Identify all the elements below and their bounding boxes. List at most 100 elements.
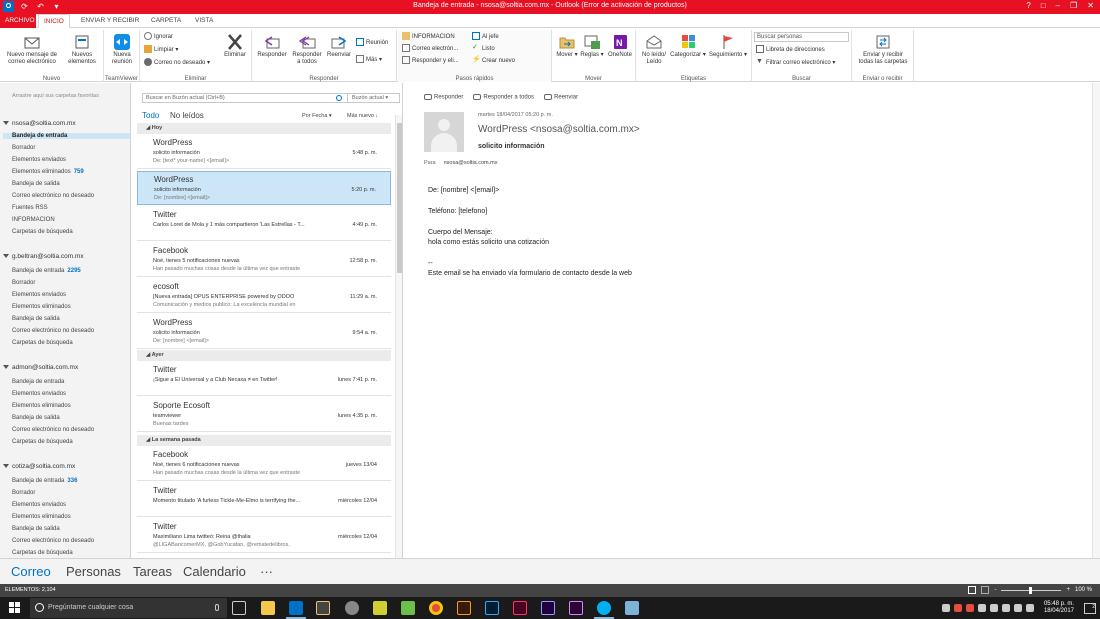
group-header-ayer[interactable]: ◢ Ayer [137, 350, 391, 361]
filter-all[interactable]: Todo [142, 111, 159, 120]
app-icon[interactable] [373, 601, 387, 615]
followup-button[interactable]: Seguimiento ▾ [707, 34, 749, 59]
account-gbeltran[interactable]: g.beltran@soltia.com.mx [3, 253, 84, 260]
app-icon[interactable] [345, 601, 359, 615]
tab-vista[interactable]: VISTA [190, 14, 218, 28]
quickstep-listo[interactable]: ✓ Listo [472, 44, 495, 54]
message-sender[interactable]: WordPress <nsosa@soltia.com.mx> [478, 124, 640, 135]
onenote-button[interactable]: N OneNote [605, 34, 635, 59]
zoom-level[interactable]: 100 % [1075, 587, 1092, 593]
wifi-icon[interactable] [989, 604, 998, 612]
task-view-icon[interactable] [232, 601, 246, 615]
search-icon[interactable] [336, 95, 342, 101]
search-scope-dropdown[interactable]: Buzón actual ▾ [347, 94, 399, 103]
list-item[interactable]: Twitter Maximiliano Lima twitteó: Reina @… [137, 519, 391, 553]
junk-button[interactable]: Correo no deseado ▾ [144, 58, 210, 68]
chrome-icon[interactable] [429, 601, 443, 615]
list-item[interactable]: Twitter Momento titulado 'A furless Tickl… [137, 483, 391, 517]
app-icon[interactable] [401, 601, 415, 615]
move-button[interactable]: Mover ▾ [554, 34, 580, 59]
quickstep-responder-eliminar[interactable]: Responder y eli... [402, 56, 459, 66]
reply-button[interactable]: Responder [255, 34, 289, 59]
quickstep-correo[interactable]: Correo electrón... [402, 44, 458, 54]
chevron-up-icon[interactable] [941, 604, 950, 612]
list-item[interactable]: Facebook Noé, tienes 5 notificaciones nue… [137, 243, 391, 277]
cortana-search[interactable]: Pregúntame cualquier cosa [30, 598, 227, 618]
nav-calendario[interactable]: Calendario [183, 564, 246, 579]
photoshop-icon[interactable] [485, 601, 499, 615]
reading-view-icon[interactable] [981, 586, 990, 594]
send-receive-all-button[interactable]: Enviar y recibir todas las carpetas [855, 34, 911, 66]
folder-carpetas-busqueda[interactable]: Carpetas de búsqueda [12, 229, 73, 235]
reply-action[interactable]: Responder [424, 94, 463, 101]
new-mail-button[interactable]: Nuevo mensaje de correo electrónico [3, 34, 61, 66]
new-meeting-teamviewer-button[interactable]: Nueva reunión [107, 34, 137, 66]
rules-button[interactable]: Reglas ▾ [580, 34, 604, 59]
folder-elementos-enviados[interactable]: Elementos enviados [12, 292, 66, 298]
account-cotiza[interactable]: cotiza@soltia.com.mx [3, 463, 75, 470]
restore-button[interactable]: ❐ [1070, 1, 1077, 10]
tab-inicio[interactable]: INICIO [38, 14, 70, 28]
folder-borrador[interactable]: Borrador [12, 145, 35, 151]
keyboard-icon[interactable] [1025, 604, 1034, 612]
zoom-out-button[interactable]: - [994, 587, 996, 593]
folder-bandeja-entrada[interactable]: Bandeja de entrada [12, 379, 64, 385]
address-book-button[interactable]: Libreta de direcciones [756, 45, 825, 55]
folder-elementos-eliminados[interactable]: Elementos eliminados [12, 304, 71, 310]
forward-button[interactable]: Reenviar [324, 34, 354, 59]
skype-icon[interactable] [594, 601, 614, 619]
categorize-button[interactable]: Categorizar ▾ [670, 34, 706, 59]
tab-carpeta[interactable]: CARPETA [146, 14, 186, 28]
folder-bandeja-salida[interactable]: Bandeja de salida [12, 316, 60, 322]
list-item[interactable]: Soporte Ecosoft teamviewer Buenas tardes lu… [137, 398, 391, 432]
illustrator-icon[interactable] [457, 601, 471, 615]
folder-carpetas-busqueda[interactable]: Carpetas de búsqueda [12, 439, 73, 445]
sort-order-button[interactable]: Más nuevo ↓ [347, 113, 378, 119]
folder-elementos-eliminados[interactable]: Elementos eliminados [12, 514, 71, 520]
after-effects-icon[interactable] [541, 601, 555, 615]
tab-enviar-recibir[interactable]: ENVIAR Y RECIBIR [76, 14, 144, 28]
unread-read-button[interactable]: No leído/ Leído [638, 34, 670, 66]
battery-icon[interactable] [1001, 604, 1010, 612]
volume-icon[interactable] [1013, 604, 1022, 612]
help-button[interactable]: ? [1026, 1, 1030, 10]
nav-correo[interactable]: Correo [11, 564, 51, 579]
ribbon-options-button[interactable]: □ [1041, 1, 1046, 10]
system-clock[interactable]: 05:48 p. m. 18/04/2017 [1044, 601, 1074, 615]
folder-bandeja-salida[interactable]: Bandeja de salida [12, 415, 60, 421]
folder-elementos-enviados[interactable]: Elementos enviados [12, 502, 66, 508]
search-input[interactable]: Buscar en Buzón actual (Ctrl+B) Buzón ac… [142, 93, 400, 103]
scrollbar-thumb[interactable] [397, 123, 402, 273]
list-item[interactable]: Facebook Noé, tienes 6 notificaciones nue… [137, 447, 391, 481]
folder-fuentes-rss[interactable]: Fuentes RSS [12, 205, 48, 211]
folder-informacion[interactable]: INFORMACION [12, 217, 55, 223]
reply-all-button[interactable]: Responder a todos [290, 34, 324, 66]
forward-action[interactable]: Reenviar [544, 94, 578, 101]
windows-start-icon[interactable] [9, 602, 20, 613]
indesign-icon[interactable] [513, 601, 527, 615]
folder-borrador[interactable]: Borrador [12, 490, 35, 496]
tray-icon[interactable] [977, 604, 986, 612]
folder-bandeja-entrada[interactable]: Bandeja de entrada [3, 133, 130, 139]
tab-archivo[interactable]: ARCHIVO [0, 14, 36, 28]
quickstep-informacion[interactable]: INFORMACION [402, 32, 455, 42]
list-scrollbar[interactable] [395, 115, 402, 558]
folder-borrador[interactable]: Borrador [12, 280, 35, 286]
folder-bandeja-salida[interactable]: Bandeja de salida [12, 526, 60, 532]
list-item[interactable]: Twitter ¡Sigue a El Universal y a Club Ne… [137, 362, 391, 396]
search-people-input[interactable]: Buscar personas [754, 32, 849, 42]
media-app-icon[interactable] [316, 601, 330, 615]
folder-elementos-enviados[interactable]: Elementos enviados [12, 391, 66, 397]
action-center-icon[interactable]: 2 [1084, 602, 1096, 614]
more-reply-button[interactable]: Más ▾ [356, 55, 382, 65]
folder-correo-no-deseado[interactable]: Correo electrónico no deseado [12, 427, 94, 433]
reply-all-action[interactable]: Responder a todos [473, 94, 534, 101]
list-item-selected[interactable]: WordPress solicito información De: [nombre… [137, 171, 391, 205]
folder-elementos-enviados[interactable]: Elementos enviados [12, 157, 66, 163]
nav-tareas[interactable]: Tareas [133, 564, 172, 579]
list-item[interactable]: WordPress solicito información De: [nombre… [137, 315, 391, 349]
filter-unread[interactable]: No leídos [170, 111, 204, 120]
list-item[interactable]: WordPress solicito información De: [text* … [137, 135, 391, 169]
close-button[interactable]: ✕ [1087, 1, 1094, 10]
clean-up-button[interactable]: Limpiar ▾ [144, 45, 178, 55]
